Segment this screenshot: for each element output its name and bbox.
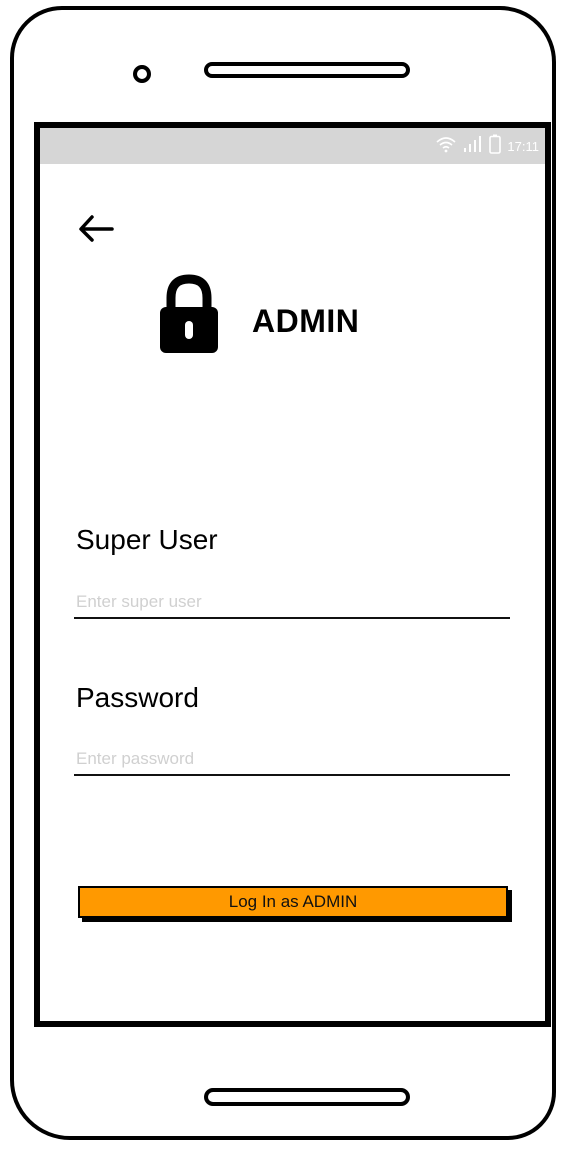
status-time: 17:11 (507, 138, 539, 154)
super-user-label: Super User (76, 524, 218, 555)
page-title: ADMIN (252, 303, 360, 339)
signal-icon (463, 135, 483, 157)
status-bar: 17:11 (40, 128, 545, 164)
lock-icon (154, 273, 224, 355)
login-button[interactable]: Log In as ADMIN (78, 886, 508, 918)
battery-icon (489, 134, 502, 158)
super-user-input[interactable] (74, 589, 510, 619)
password-input[interactable] (74, 746, 510, 776)
home-button[interactable] (204, 1088, 410, 1106)
camera (133, 65, 151, 83)
speaker (204, 62, 410, 78)
back-arrow-icon[interactable] (76, 210, 116, 246)
wifi-icon (435, 135, 457, 157)
page: 17:11 ADMIN Super User Password Log In a… (0, 0, 567, 1149)
status-icons: 17:11 (435, 134, 539, 158)
screen: 17:11 ADMIN Super User Password Log In a… (34, 122, 551, 1027)
password-label: Password (76, 682, 199, 713)
